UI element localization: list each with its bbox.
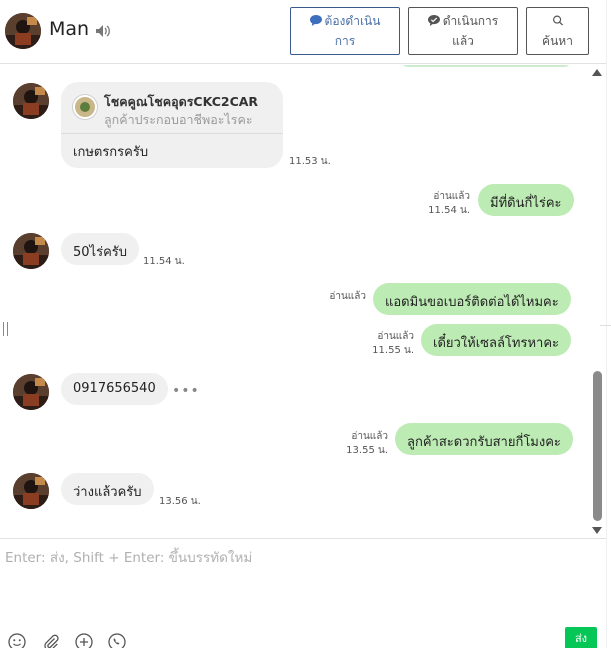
read-receipt: อ่านแล้ว (329, 291, 366, 302)
message-time: 11.54 น. (428, 205, 470, 216)
scroll-down-arrow[interactable] (592, 527, 602, 534)
card-divider (61, 133, 283, 134)
message-time: 13.56 น. (159, 496, 201, 507)
message-meta: อ่านแล้ว 11.54 น. (418, 190, 470, 218)
message-meta: อ่านแล้ว 13.55 น. (336, 430, 388, 458)
incoming-message[interactable]: 0917656540 (61, 373, 168, 405)
todo-label-line2: การ (334, 34, 356, 48)
done-button[interactable]: ดำเนินการ แล้ว (408, 7, 518, 55)
message-time: 13.55 น. (346, 445, 388, 456)
account-logo (73, 95, 97, 119)
plus-circle-icon[interactable] (75, 633, 93, 648)
message-text: เดี๋ยวให้เซลล์โทรหาคะ (433, 336, 560, 351)
emoji-icon[interactable] (8, 633, 26, 648)
message-list[interactable]: โชคคูณโชคอุดรCKC2CAR ลูกค้าประกอบอาชีพอะ… (0, 65, 606, 538)
check-chat-icon (427, 15, 440, 26)
outgoing-message[interactable]: เดี๋ยวให้เซลล์โทรหาคะ (421, 324, 572, 356)
message-input[interactable] (5, 546, 595, 616)
outgoing-message[interactable]: ลูกค้าสะดวกรับสายกี่โมงคะ (395, 423, 573, 455)
chat-bubble-icon (309, 15, 322, 26)
speaker-icon[interactable] (95, 24, 111, 38)
panel-divider-tick (600, 325, 611, 326)
read-receipt: อ่านแล้ว (377, 331, 414, 342)
done-label-line1: ดำเนินการ (442, 14, 499, 28)
message-text: ลูกค้าสะดวกรับสายกี่โมงคะ (407, 435, 561, 450)
composer-divider (0, 538, 606, 539)
phone-icon[interactable] (108, 633, 126, 648)
quoted-card-message[interactable]: โชคคูณโชคอุดรCKC2CAR ลูกค้าประกอบอาชีพอะ… (61, 82, 283, 168)
message-text: 0917656540 (73, 381, 156, 396)
sender-avatar[interactable] (13, 233, 49, 269)
outgoing-message[interactable]: แอดมินขอเบอร์ติดต่อได้ไหมคะ (373, 283, 571, 315)
sender-avatar[interactable] (13, 83, 49, 119)
card-title: โชคคูณโชคอุดรCKC2CAR (104, 94, 259, 109)
read-receipt: อ่านแล้ว (351, 431, 388, 442)
message-time: 11.53 น. (289, 156, 331, 167)
message-time: 11.55 น. (372, 345, 414, 356)
done-label-line2: แล้ว (452, 34, 474, 48)
incoming-message[interactable]: 50ไร่ครับ (61, 233, 139, 265)
message-text: ว่างแล้วครับ (73, 485, 142, 500)
sender-avatar[interactable] (13, 374, 49, 410)
chat-header: Man ต้องดำเนิน การ ดำเนินการ แล้ว ค้นหา (0, 0, 606, 64)
scroll-up-arrow[interactable] (592, 69, 602, 76)
contact-name: Man (49, 18, 90, 40)
more-options-button[interactable]: ••• (172, 383, 200, 399)
message-text: มีที่ดินกี่ไร่คะ (490, 196, 562, 211)
previous-message-bubble (402, 65, 570, 67)
message-meta: อ่านแล้ว (318, 290, 366, 304)
panel-divider (606, 0, 607, 648)
outgoing-message[interactable]: มีที่ดินกี่ไร่คะ (478, 184, 574, 216)
todo-label-line1: ต้องดำเนิน (324, 14, 381, 28)
read-receipt: อ่านแล้ว (433, 191, 470, 202)
search-icon (552, 15, 563, 26)
message-time: 11.54 น. (143, 256, 185, 267)
card-reply-text: เกษตรกรครับ (73, 145, 149, 160)
attachment-icon[interactable] (42, 633, 60, 648)
message-meta: อ่านแล้ว 11.55 น. (362, 330, 414, 358)
sender-avatar[interactable] (13, 473, 49, 509)
card-subtitle: ลูกค้าประกอบอาชีพอะไรคะ (104, 112, 253, 127)
message-text: แอดมินขอเบอร์ติดต่อได้ไหมคะ (385, 295, 559, 310)
scrollbar-thumb[interactable] (593, 371, 602, 521)
todo-button[interactable]: ต้องดำเนิน การ (290, 7, 400, 55)
contact-avatar[interactable] (5, 13, 41, 49)
send-button[interactable]: ส่ง (565, 627, 597, 648)
search-label: ค้นหา (542, 34, 573, 48)
message-text: 50ไร่ครับ (73, 245, 127, 260)
incoming-message[interactable]: ว่างแล้วครับ (61, 473, 154, 505)
search-button[interactable]: ค้นหา (526, 7, 589, 55)
resize-handle[interactable] (3, 322, 8, 336)
